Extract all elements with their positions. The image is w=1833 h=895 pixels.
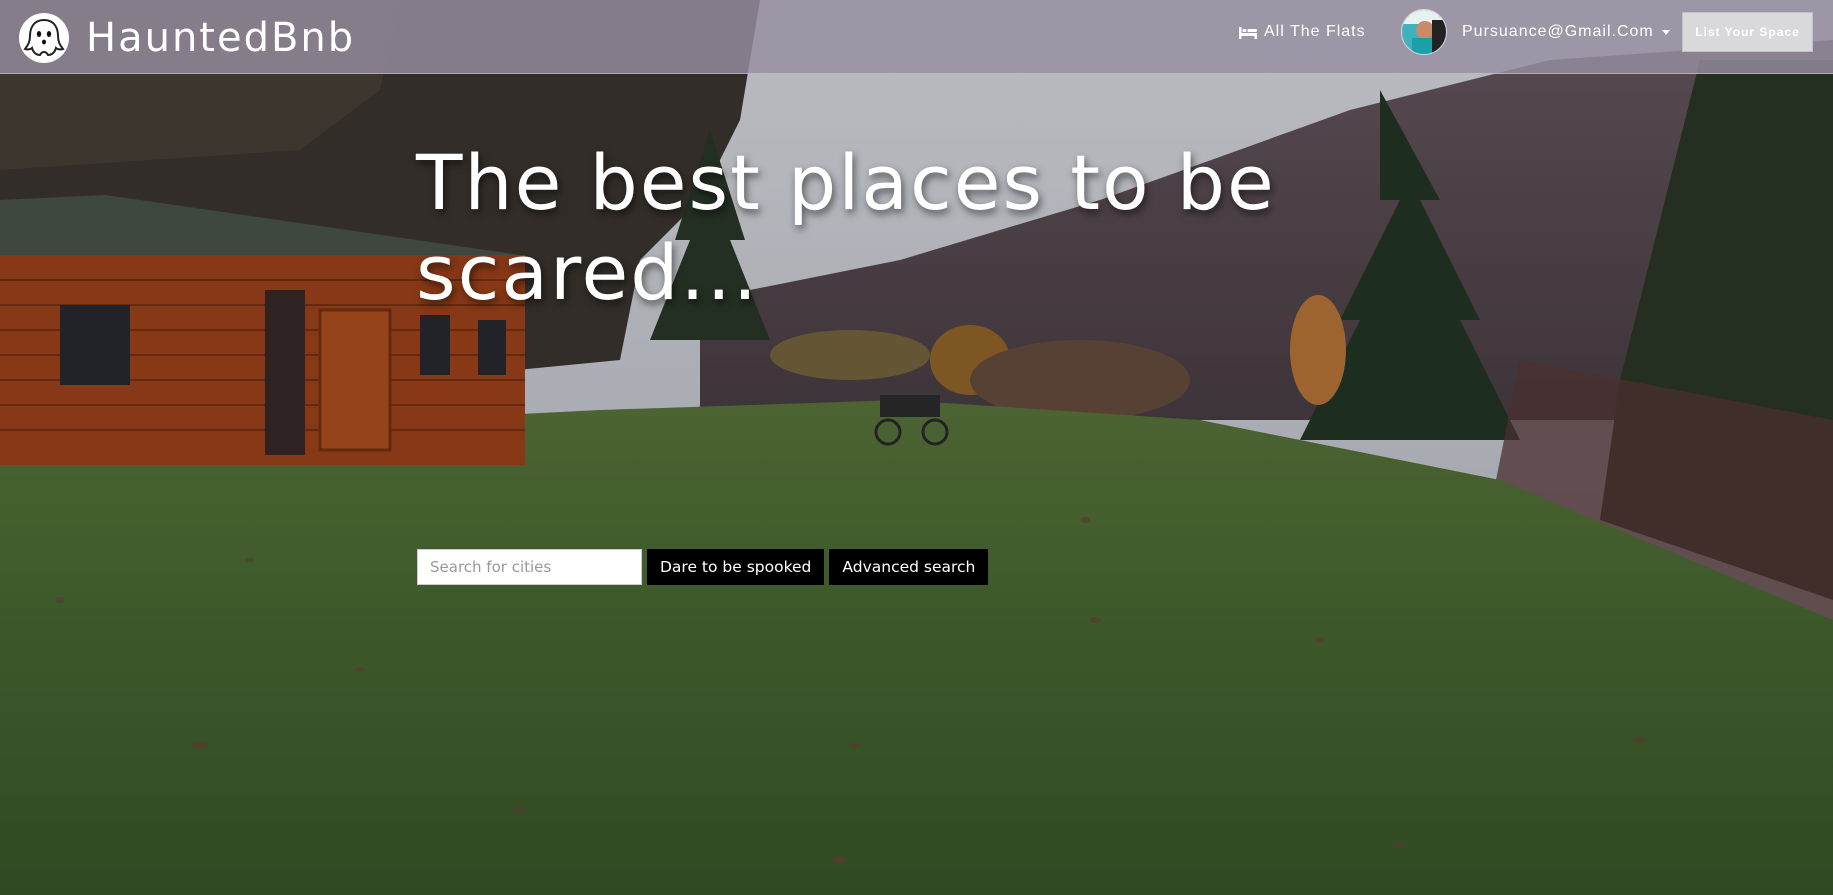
all-flats-link[interactable]: All The Flats xyxy=(1239,20,1366,44)
brand-home-link[interactable]: HauntedBnb xyxy=(18,12,355,64)
brand-name: HauntedBnb xyxy=(86,15,356,61)
navbar: HauntedBnb All The Flats Pursuance@Gmail xyxy=(0,0,1833,74)
user-email: Pursuance@Gmail.Com xyxy=(1462,23,1654,40)
ghost-icon xyxy=(18,12,70,64)
advanced-search-button[interactable]: Advanced search xyxy=(829,549,989,585)
hero-title: The best places to be scared... xyxy=(416,138,1276,317)
dare-to-be-spooked-button[interactable]: Dare to be spooked xyxy=(647,549,825,585)
user-menu-dropdown[interactable]: Pursuance@Gmail.Com xyxy=(1401,8,1670,56)
all-flats-label: All The Flats xyxy=(1264,23,1366,40)
caret-down-icon xyxy=(1661,29,1670,35)
bed-icon xyxy=(1239,26,1257,39)
avatar[interactable] xyxy=(1401,9,1447,55)
city-search-input[interactable] xyxy=(417,549,642,585)
list-your-space-button[interactable]: List Your Space xyxy=(1682,12,1813,52)
search-form: Dare to be spooked Advanced search xyxy=(417,549,989,585)
hero-background-image xyxy=(0,0,1833,895)
